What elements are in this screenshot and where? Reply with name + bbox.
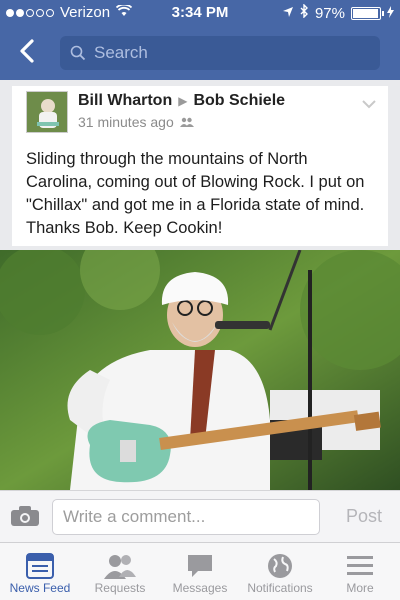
author-name[interactable]: Bill Wharton (78, 92, 172, 110)
post-card: Bill Wharton ▶ Bob Schiele 31 minutes ag… (12, 86, 388, 246)
chevron-left-icon (20, 39, 34, 63)
tab-notifications[interactable]: Notifications (240, 543, 320, 600)
post-comment-button[interactable]: Post (346, 506, 382, 527)
tab-label: Messages (172, 581, 228, 595)
news-feed-icon (26, 553, 54, 579)
comment-bar: Write a comment... Post (0, 490, 400, 542)
post-text: Sliding through the mountains of North C… (26, 150, 365, 237)
triangle-right-icon: ▶ (178, 94, 188, 108)
globe-icon (268, 554, 292, 578)
camera-icon (11, 506, 39, 526)
tab-news-feed[interactable]: News Feed (0, 543, 80, 600)
battery-percent: 97% (314, 4, 345, 22)
status-bar: Verizon 3:34 PM 97% (0, 0, 400, 26)
avatar[interactable] (26, 91, 68, 133)
battery-icon (351, 6, 384, 20)
app-header: Verizon 3:34 PM 97% (0, 0, 400, 80)
messages-icon (188, 555, 212, 577)
post-options-button[interactable] (362, 96, 376, 114)
back-button[interactable] (12, 36, 42, 66)
battery-level (353, 8, 379, 18)
chevron-down-icon (362, 100, 376, 109)
nav-bar (0, 26, 400, 80)
search-input[interactable] (94, 43, 354, 63)
tab-messages[interactable]: Messages (160, 543, 240, 600)
tab-bar: News Feed Requests Messages Notification… (0, 542, 400, 600)
tab-more[interactable]: More (320, 543, 400, 600)
tab-label: News Feed (9, 581, 71, 595)
search-bar[interactable] (60, 36, 380, 70)
friend-requests-icon (104, 555, 136, 579)
camera-button[interactable] (10, 505, 40, 532)
bluetooth-icon (300, 3, 309, 22)
comment-input[interactable]: Write a comment... (52, 499, 320, 535)
tab-label: Requests (94, 581, 146, 595)
menu-icon (347, 556, 373, 575)
charging-bolt-icon (387, 5, 394, 22)
post-timestamp[interactable]: 31 minutes ago (78, 114, 174, 130)
post-photo[interactable] (0, 250, 400, 490)
tab-label: Notifications (247, 581, 313, 595)
tab-requests[interactable]: Requests (80, 543, 160, 600)
tab-label: More (346, 581, 374, 595)
location-arrow-icon (282, 5, 294, 22)
recipient-name[interactable]: Bob Schiele (193, 92, 285, 110)
friends-audience-icon (179, 117, 194, 127)
search-icon (70, 45, 86, 61)
